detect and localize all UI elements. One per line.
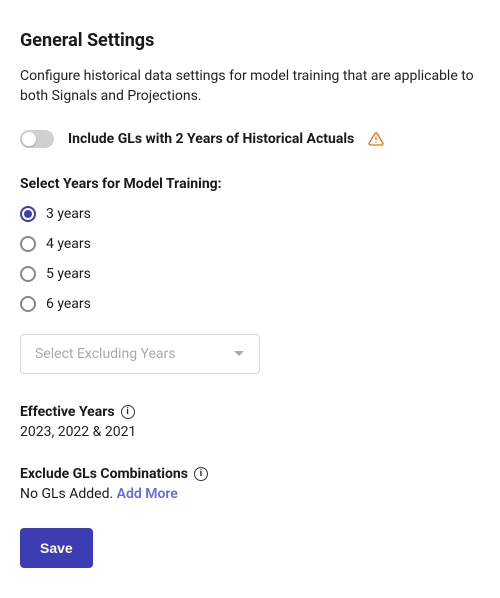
include-gls-toggle-row: Include GLs with 2 Years of Historical A… — [20, 130, 480, 148]
radio-icon — [20, 266, 36, 282]
info-icon[interactable]: i — [121, 405, 135, 419]
radio-label: 5 years — [46, 266, 91, 282]
radio-label: 3 years — [46, 206, 91, 222]
effective-years-row: Effective Years i — [20, 404, 480, 420]
chevron-down-icon — [233, 350, 245, 358]
info-icon[interactable]: i — [194, 467, 208, 481]
radio-icon — [20, 236, 36, 252]
effective-years-value: 2023, 2022 & 2021 — [20, 424, 480, 440]
page-title: General Settings — [20, 30, 480, 51]
radio-6-years[interactable]: 6 years — [20, 296, 480, 312]
include-gls-label: Include GLs with 2 Years of Historical A… — [68, 131, 354, 147]
radio-icon — [20, 206, 36, 222]
settings-description: Configure historical data settings for m… — [20, 67, 480, 106]
exclude-gls-label: Exclude GLs Combinations — [20, 466, 188, 482]
radio-icon — [20, 296, 36, 312]
warning-icon — [368, 131, 384, 147]
radio-5-years[interactable]: 5 years — [20, 266, 480, 282]
exclude-years-select[interactable]: Select Excluding Years — [20, 334, 260, 374]
include-gls-toggle[interactable] — [20, 130, 54, 148]
radio-label: 4 years — [46, 236, 91, 252]
save-button[interactable]: Save — [20, 528, 93, 568]
training-years-label: Select Years for Model Training: — [20, 176, 480, 192]
exclude-gls-empty-text: No GLs Added. — [20, 486, 113, 502]
exclude-gls-section: Exclude GLs Combinations i No GLs Added.… — [20, 466, 480, 502]
radio-label: 6 years — [46, 296, 91, 312]
radio-4-years[interactable]: 4 years — [20, 236, 480, 252]
training-years-group: 3 years 4 years 5 years 6 years — [20, 206, 480, 312]
add-more-link[interactable]: Add More — [117, 486, 178, 502]
radio-3-years[interactable]: 3 years — [20, 206, 480, 222]
effective-years-label: Effective Years — [20, 404, 115, 420]
select-placeholder: Select Excluding Years — [35, 346, 176, 362]
